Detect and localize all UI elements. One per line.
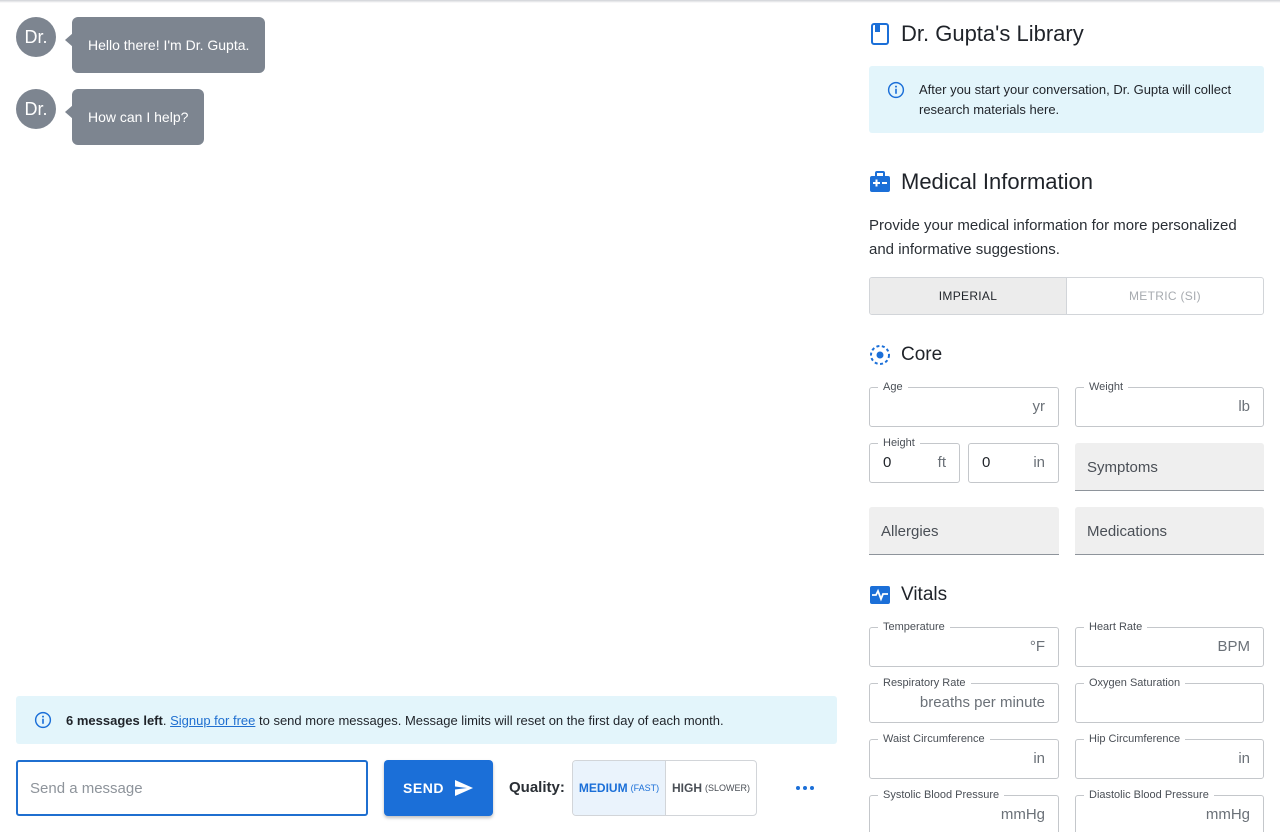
heart-rate-label: Heart Rate — [1084, 620, 1148, 634]
symptoms-label: Symptoms — [1087, 459, 1158, 476]
side-panel: Dr. Gupta's Library After you start your… — [853, 0, 1280, 832]
medical-title: Medical Information — [901, 169, 1093, 194]
book-icon — [869, 23, 891, 45]
quality-medium-option[interactable]: MEDIUM (FAST) — [573, 761, 666, 815]
waist-unit: in — [1033, 750, 1045, 767]
chat-message: Dr. Hello there! I'm Dr. Gupta. — [16, 17, 266, 73]
waist-circumference-field[interactable]: Waist Circumference in — [869, 732, 1059, 779]
systolic-bp-field[interactable]: Systolic Blood Pressure mmHg — [869, 788, 1059, 832]
age-label: Age — [878, 380, 908, 394]
height-inches-value: 0 — [982, 454, 991, 471]
weight-field[interactable]: Weight lb — [1075, 380, 1264, 427]
library-info-note: After you start your conversation, Dr. G… — [869, 66, 1264, 133]
limit-period: . — [162, 712, 167, 728]
quality-high-option[interactable]: HIGH (SLOWER) — [666, 761, 756, 815]
weight-unit: lb — [1238, 398, 1250, 415]
diastolic-unit: mmHg — [1205, 806, 1250, 823]
quality-high-label: HIGH — [672, 781, 702, 795]
message-input[interactable] — [16, 760, 368, 816]
metric-option[interactable]: METRIC (SI) — [1067, 278, 1263, 314]
doctor-avatar: Dr. — [16, 89, 56, 129]
doctor-avatar: Dr. — [16, 17, 56, 57]
limit-rest-text: to send more messages. Message limits wi… — [255, 712, 724, 728]
temperature-label: Temperature — [878, 620, 950, 634]
quality-medium-label: MEDIUM — [578, 781, 628, 795]
heartbeat-icon — [869, 584, 891, 606]
quality-high-hint: (SLOWER) — [705, 783, 750, 793]
hip-unit: in — [1238, 750, 1250, 767]
limit-text: 6 messages left. Signup for free to send… — [66, 713, 724, 728]
vitals-title: Vitals — [901, 584, 948, 605]
quality-medium-hint: (FAST) — [630, 783, 660, 793]
message-bubble: Hello there! I'm Dr. Gupta. — [64, 17, 266, 73]
medications-field[interactable]: Medications — [1075, 507, 1264, 555]
waist-label: Waist Circumference — [878, 732, 990, 746]
quality-label: Quality: — [509, 779, 565, 796]
oxygen-saturation-label: Oxygen Saturation — [1084, 676, 1186, 690]
imperial-option[interactable]: IMPERIAL — [870, 278, 1067, 314]
height-feet-value: 0 — [883, 454, 892, 471]
height-feet-field[interactable]: Height 0 ft — [869, 436, 960, 483]
systolic-label: Systolic Blood Pressure — [878, 788, 1005, 802]
weight-label: Weight — [1084, 380, 1129, 394]
target-icon — [869, 344, 891, 366]
message-bubble: How can I help? — [64, 89, 205, 145]
age-field[interactable]: Age yr — [869, 380, 1059, 427]
send-icon — [454, 780, 473, 796]
diastolic-label: Diastolic Blood Pressure — [1084, 788, 1214, 802]
height-label: Height — [878, 436, 920, 450]
oxygen-saturation-field[interactable]: Oxygen Saturation — [1075, 676, 1264, 723]
medical-description: Provide your medical information for mor… — [869, 217, 1237, 258]
respiratory-rate-unit: breaths per minute — [919, 694, 1045, 711]
age-unit: yr — [1032, 398, 1046, 415]
allergies-label: Allergies — [881, 523, 939, 540]
medical-kit-icon — [869, 171, 891, 193]
message-limit-banner: 6 messages left. Signup for free to send… — [16, 696, 837, 744]
systolic-unit: mmHg — [1000, 806, 1045, 823]
unit-toggle: IMPERIAL METRIC (SI) — [869, 277, 1264, 315]
height-feet-unit: ft — [937, 454, 946, 471]
diastolic-bp-field[interactable]: Diastolic Blood Pressure mmHg — [1075, 788, 1264, 832]
allergies-field[interactable]: Allergies — [869, 507, 1059, 555]
symptoms-field[interactable]: Symptoms — [1075, 443, 1264, 491]
heart-rate-field[interactable]: Heart Rate BPM — [1075, 620, 1264, 667]
quality-toggle: MEDIUM (FAST) HIGH (SLOWER) — [572, 760, 757, 816]
hip-circumference-field[interactable]: Hip Circumference in — [1075, 732, 1264, 779]
medical-header: Medical Information — [869, 169, 1093, 195]
heart-rate-unit: BPM — [1217, 638, 1250, 655]
signup-link[interactable]: Signup for free — [170, 713, 255, 728]
library-note-text: After you start your conversation, Dr. G… — [919, 82, 1232, 117]
core-title: Core — [901, 344, 943, 365]
respiratory-rate-field[interactable]: Respiratory Rate breaths per minute — [869, 676, 1059, 723]
library-header: Dr. Gupta's Library — [869, 21, 1084, 47]
core-header: Core — [869, 344, 942, 366]
height-inches-unit: in — [1033, 454, 1045, 471]
chat-message: Dr. How can I help? — [16, 89, 205, 145]
hip-label: Hip Circumference — [1084, 732, 1186, 746]
vitals-header: Vitals — [869, 584, 947, 606]
respiratory-rate-label: Respiratory Rate — [878, 676, 971, 690]
temperature-field[interactable]: Temperature °F — [869, 620, 1059, 667]
temperature-unit: °F — [1029, 638, 1045, 655]
send-button[interactable]: SEND — [384, 760, 493, 816]
info-icon — [34, 711, 52, 729]
messages-left-count: 6 messages left — [66, 712, 163, 728]
chat-area: Dr. Hello there! I'm Dr. Gupta. Dr. How … — [0, 0, 853, 832]
height-inches-field[interactable]: 0 in — [968, 443, 1059, 483]
more-options-icon[interactable] — [790, 778, 820, 798]
library-title: Dr. Gupta's Library — [901, 21, 1084, 46]
medications-label: Medications — [1087, 523, 1168, 540]
info-icon — [887, 81, 905, 99]
send-label: SEND — [403, 780, 444, 796]
